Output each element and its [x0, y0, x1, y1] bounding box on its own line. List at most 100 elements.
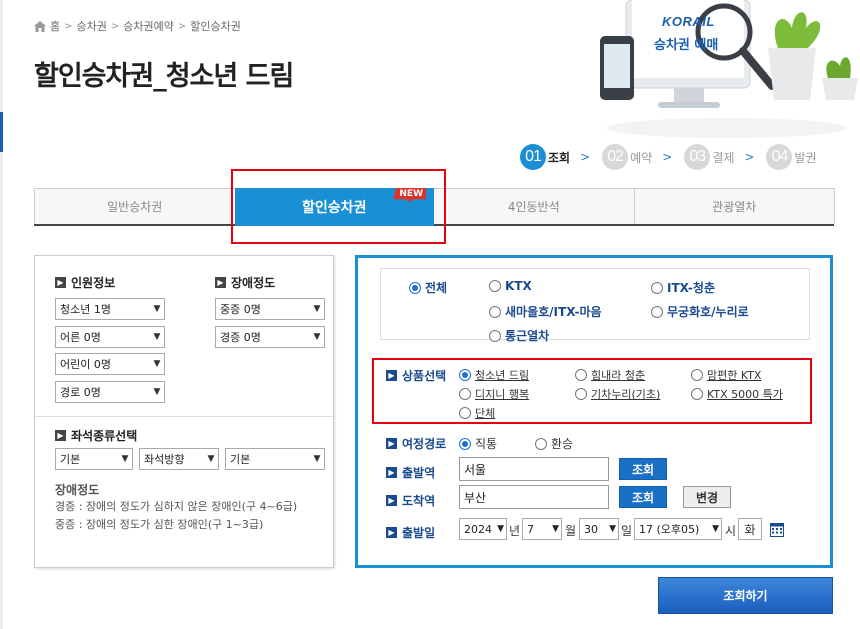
disability-info-mild: 경증 : 장애의 정도가 심하지 않은 장애인(구 4~6급) [55, 500, 298, 513]
swap-stations-button[interactable]: 변경 [683, 486, 731, 508]
radio-icon [409, 281, 421, 294]
progress-steps: 01 조회 > 02 예약 > 03 결제 > 04 발권 [520, 144, 817, 170]
seat-position-select[interactable]: 기본 ▼ [225, 448, 325, 470]
arrow-bullet-icon: ▶ [55, 277, 66, 288]
chevron-down-icon: ▼ [153, 359, 161, 369]
arrow-bullet-icon: ▶ [215, 277, 226, 288]
month-unit: 월 [565, 524, 577, 538]
breadcrumb-discount[interactable]: 할인승차권 [190, 18, 241, 34]
day-unit: 일 [621, 524, 633, 538]
step-label: 결제 [712, 150, 735, 165]
chevron-right-icon: > [580, 150, 591, 164]
disability-section-title: ▶ 장애정도 [215, 274, 275, 291]
arrow-bullet-icon: ▶ [55, 430, 66, 441]
chevron-right-icon: > [662, 150, 673, 164]
train-commuter-radio[interactable]: 통근열차 [489, 327, 549, 344]
chevron-down-icon: ▼ [207, 454, 215, 464]
arrow-bullet-icon: ▶ [386, 527, 397, 538]
radio-icon [459, 437, 471, 450]
route-direct-radio[interactable]: 직통 [459, 435, 497, 452]
chevron-down-icon: ▼ [153, 304, 161, 314]
step-search: 01 조회 [520, 144, 570, 170]
chevron-down-icon: ▼ [313, 332, 321, 342]
step-number: 03 [684, 144, 711, 170]
train-saemaeul-radio[interactable]: 새마을호/ITX-마음 [489, 303, 602, 320]
seat-type-select[interactable]: 기본 ▼ [55, 448, 133, 470]
adult-count-select[interactable]: 어른 0명 ▼ [55, 326, 165, 348]
departure-search-button[interactable]: 조회 [619, 458, 667, 480]
step-issue: 04 발권 [766, 144, 817, 170]
chevron-down-icon: ▼ [153, 387, 161, 397]
year-select[interactable]: 2024 ▼ [459, 518, 507, 540]
tab-general[interactable]: 일반승차권 [34, 188, 236, 224]
chevron-down-icon: ▼ [712, 524, 719, 534]
divider [35, 416, 333, 417]
breadcrumb-ticket[interactable]: 승차권 [77, 18, 107, 34]
tab-group-four[interactable]: 4인동반석 [433, 188, 635, 224]
train-type-box: 전체 KTX ITX-청춘 새마을호/ITX-마음 무궁화호/누리로 통근열차 [380, 268, 810, 343]
chevron-down-icon: ▼ [121, 454, 129, 464]
child-count-select[interactable]: 어린이 0명 ▼ [55, 353, 165, 375]
arrival-label: ▶ 도착역 [386, 492, 435, 509]
month-select[interactable]: 7 ▼ [522, 518, 562, 540]
passenger-section-title: ▶ 인원정보 [55, 274, 115, 291]
disability-info-title: 장애정도 [55, 483, 100, 497]
seat-direction-select[interactable]: 좌석방향 ▼ [139, 448, 219, 470]
search-submit-button[interactable]: 조회하기 [658, 577, 833, 614]
hour-select[interactable]: 17 (오후05) ▼ [634, 518, 722, 540]
train-itx-cheongchun-radio[interactable]: ITX-청춘 [651, 279, 715, 296]
senior-count-select[interactable]: 경로 0명 ▼ [55, 381, 165, 403]
step-payment: 03 결제 [684, 144, 734, 170]
seat-section-title: ▶ 좌석종류선택 [55, 427, 137, 444]
train-mugunghwa-radio[interactable]: 무궁화호/누리로 [651, 303, 749, 320]
page-title: 할인승차권_청소년 드림 [34, 61, 294, 92]
home-icon[interactable] [34, 20, 46, 32]
date-label: ▶ 출발일 [386, 524, 435, 541]
step-number: 01 [520, 144, 546, 170]
left-edge-marker [0, 112, 3, 152]
step-number: 02 [602, 144, 629, 170]
radio-icon [489, 305, 501, 318]
weekday-display: 화 [738, 518, 762, 540]
chevron-down-icon: ▼ [313, 454, 321, 464]
banner-caption: 승차권 예매 [654, 38, 719, 53]
route-transfer-radio[interactable]: 환승 [535, 435, 573, 452]
chevron-down-icon: ▼ [153, 332, 161, 342]
route-label: ▶ 여정경로 [386, 435, 446, 452]
radio-icon [535, 437, 547, 450]
tab-tourist-train[interactable]: 관광열차 [633, 188, 835, 224]
breadcrumb-reservation[interactable]: 승차권예약 [123, 18, 174, 34]
departure-station-input[interactable]: 서울 [459, 457, 609, 481]
train-ktx-radio[interactable]: KTX [489, 279, 532, 293]
calendar-icon[interactable] [770, 523, 784, 537]
highlight-box-product [372, 358, 812, 424]
severe-disability-select[interactable]: 중증 0명 ▼ [215, 298, 325, 320]
passenger-panel: ▶ 인원정보 ▶ 장애정도 청소년 1명 ▼ 어른 0명 ▼ 어린이 0명 ▼ 경로 … [34, 255, 334, 568]
step-label: 예약 [630, 150, 653, 165]
radio-icon [651, 281, 663, 294]
step-reserve: 02 예약 [602, 144, 652, 170]
breadcrumb: 홈 > 승차권 > 승차권예약 > 할인승차권 [34, 18, 241, 34]
radio-icon [651, 305, 663, 318]
chevron-down-icon: ▼ [313, 304, 321, 314]
chevron-right-icon: > [110, 20, 120, 32]
chevron-right-icon: > [744, 150, 755, 164]
year-unit: 년 [509, 524, 521, 538]
chevron-right-icon: > [64, 20, 73, 32]
arrow-bullet-icon: ▶ [386, 438, 397, 449]
chevron-down-icon: ▼ [497, 524, 504, 534]
arrow-bullet-icon: ▶ [386, 467, 397, 478]
radio-icon [489, 329, 501, 342]
train-all-radio[interactable]: 전체 [409, 279, 447, 296]
korail-banner: KORAIL 승차권 예매 [596, 0, 860, 140]
youth-count-select[interactable]: 청소년 1명 ▼ [55, 298, 165, 320]
arrival-search-button[interactable]: 조회 [619, 486, 667, 508]
radio-icon [489, 280, 501, 292]
hour-unit: 시 [725, 524, 737, 538]
brand-logo: KORAIL [662, 14, 715, 29]
day-select[interactable]: 30 ▼ [579, 518, 619, 540]
step-label: 발권 [794, 150, 817, 165]
mild-disability-select[interactable]: 경증 0명 ▼ [215, 326, 325, 348]
arrival-station-input[interactable]: 부산 [459, 485, 609, 509]
breadcrumb-home[interactable]: 홈 [50, 18, 60, 34]
